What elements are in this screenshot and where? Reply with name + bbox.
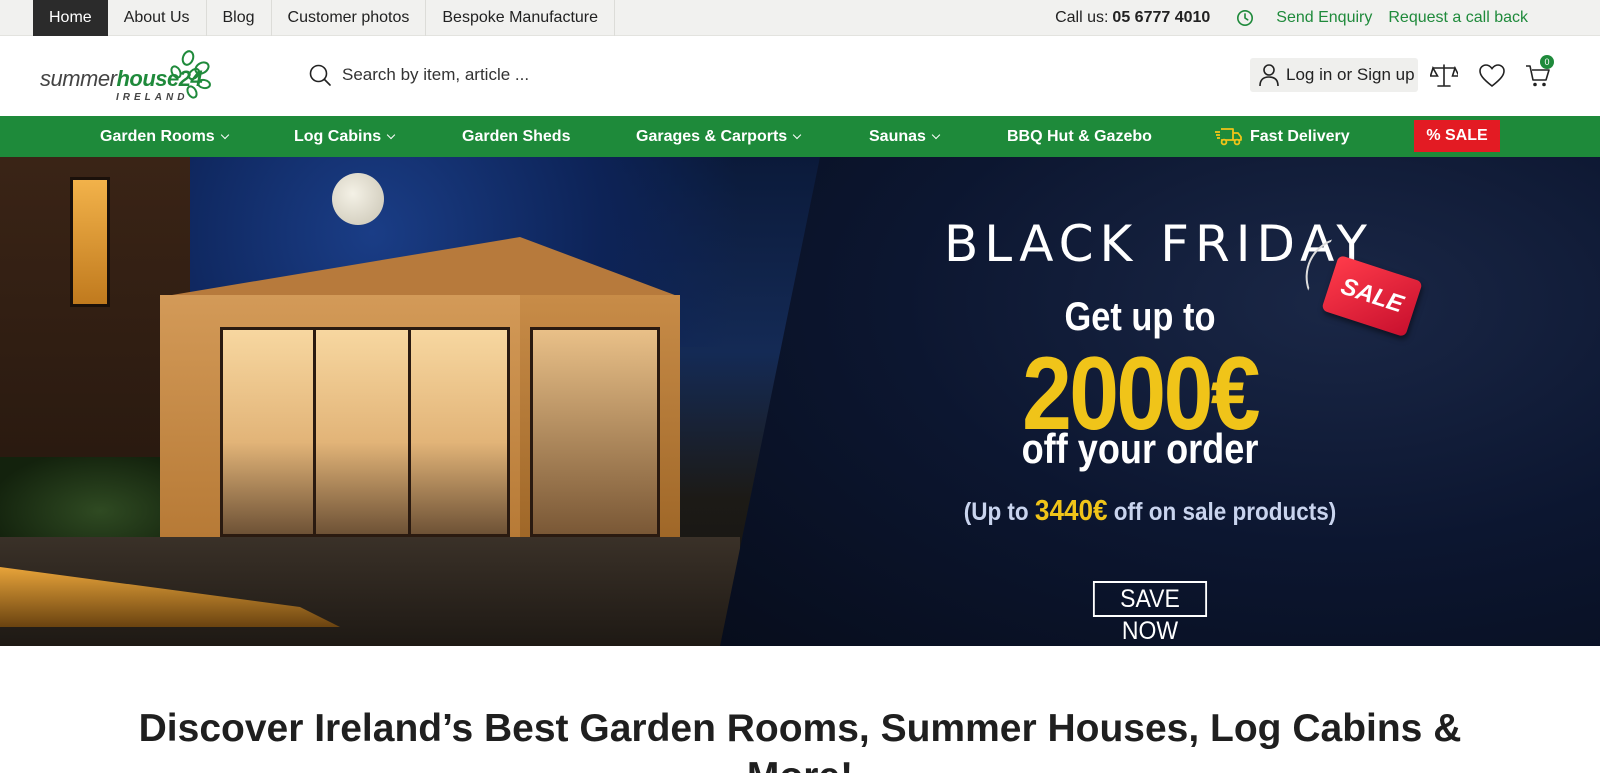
top-nav-blog[interactable]: Blog — [207, 0, 272, 36]
heart-icon — [1479, 64, 1505, 88]
hero-sale-products-note: (Up to 3440€ off on sale products) — [963, 495, 1337, 527]
catnav-garden-sheds[interactable]: Garden Sheds — [462, 116, 570, 157]
save-now-button[interactable]: SAVE NOW — [1092, 581, 1208, 645]
catnav-fast-delivery[interactable]: Fast Delivery — [1214, 116, 1350, 157]
hero-line-1: Get up to — [1064, 295, 1216, 339]
search-bar — [308, 62, 728, 88]
phone-number[interactable]: 05 6777 4010 — [1112, 9, 1210, 27]
catnav-log-cabins[interactable]: Log Cabins — [294, 116, 396, 157]
login-button[interactable]: Log in or Sign up — [1250, 58, 1418, 92]
login-label: Log in or Sign up — [1286, 65, 1415, 84]
call-us-label: Call us: — [1055, 9, 1109, 26]
search-input[interactable] — [342, 65, 702, 85]
chevron-down-icon — [386, 130, 396, 140]
catnav-garden-rooms[interactable]: Garden Rooms — [100, 116, 229, 157]
top-nav-bespoke-manufacture[interactable]: Bespoke Manufacture — [426, 0, 616, 36]
hero-garden-room-image — [0, 157, 820, 646]
truck-icon — [1215, 127, 1242, 146]
catnav-saunas[interactable]: Saunas — [869, 116, 941, 157]
cart-count-badge: 0 — [1540, 55, 1554, 69]
search-icon[interactable] — [308, 63, 332, 87]
moon — [332, 173, 384, 225]
sale-button[interactable]: % SALE — [1414, 120, 1500, 152]
chevron-down-icon — [931, 130, 941, 140]
hero-banner[interactable]: BLACK FRIDAY SALE Get up to 2000€ off yo… — [0, 157, 1600, 646]
cabin-glass-front — [220, 327, 510, 537]
cart-button[interactable]: 0 — [1524, 55, 1554, 90]
top-nav-customer-photos[interactable]: Customer photos — [272, 0, 427, 36]
top-nav-home[interactable]: Home — [33, 0, 108, 36]
leaf-icon — [170, 50, 211, 99]
top-nav: Home About Us Blog Customer photos Bespo… — [33, 0, 616, 36]
send-enquiry-link[interactable]: Send Enquiry — [1276, 9, 1372, 27]
catnav-garages-carports[interactable]: Garages & Carports — [636, 116, 802, 157]
site-header: summerhouse24 IRELAND Log in or Sign up — [0, 36, 1600, 116]
scale-icon — [1430, 64, 1458, 87]
user-icon — [1259, 64, 1279, 87]
chevron-down-icon — [792, 130, 802, 140]
site-logo[interactable]: summerhouse24 IRELAND — [40, 50, 211, 104]
request-callback-link[interactable]: Request a call back — [1388, 9, 1528, 27]
compare-button[interactable] — [1430, 62, 1458, 90]
page-headline: Discover Ireland’s Best Garden Rooms, Su… — [138, 707, 1462, 773]
catnav-bbq-hut-gazebo[interactable]: BBQ Hut & Gazebo — [1007, 116, 1152, 157]
category-nav: Garden Rooms Log Cabins Garden Sheds Gar… — [0, 116, 1600, 157]
hero-line-2: off your order — [1021, 425, 1259, 472]
wishlist-button[interactable] — [1478, 62, 1506, 90]
contact-bar: Call us: 05 6777 4010 Send Enquiry Reque… — [1055, 0, 1528, 36]
clock-icon — [1237, 9, 1254, 27]
chevron-down-icon — [220, 130, 229, 140]
top-utility-bar: Home About Us Blog Customer photos Bespo… — [0, 0, 1600, 36]
top-nav-about-us[interactable]: About Us — [108, 0, 207, 36]
